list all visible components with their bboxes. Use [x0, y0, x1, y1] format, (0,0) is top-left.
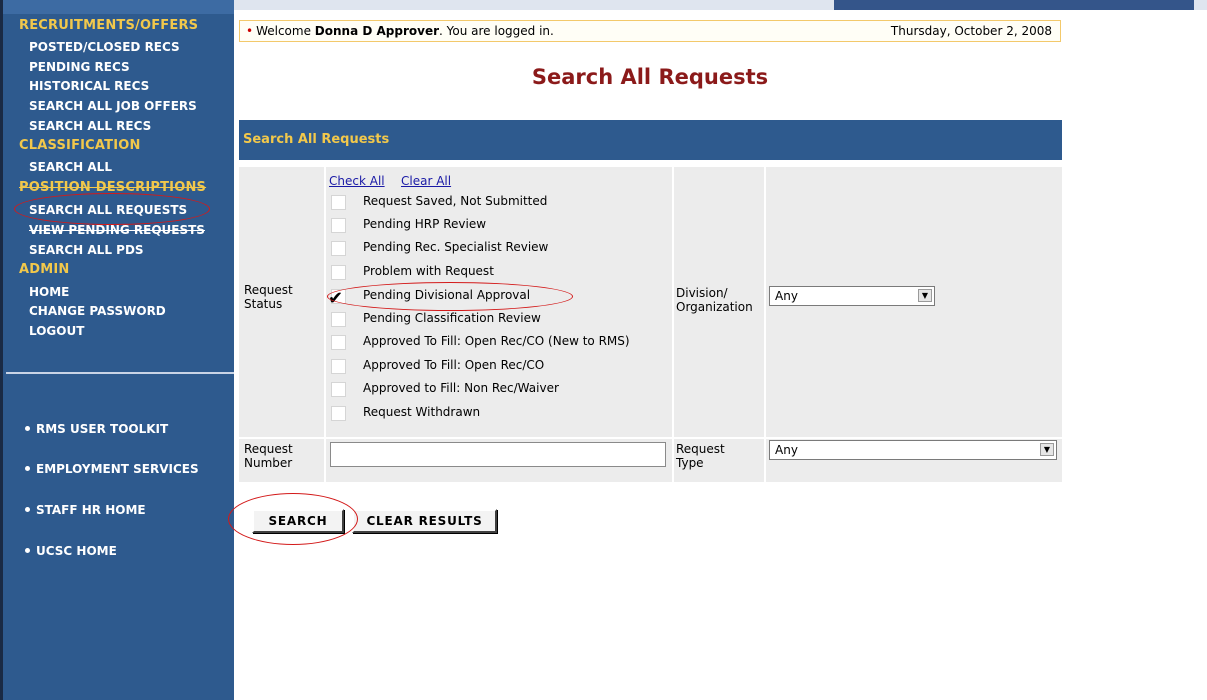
sidebar-divider [6, 372, 234, 374]
check-all-link[interactable]: Check All [329, 174, 385, 188]
nav-search-all-recs[interactable]: SEARCH ALL RECS [29, 119, 151, 133]
user-name: Donna D Approver [314, 24, 440, 38]
status-label: Approved To Fill: Open Rec/CO (New to RM… [363, 334, 630, 348]
checkbox-checked[interactable]: ✔ [328, 288, 346, 309]
search-button[interactable]: SEARCH [252, 509, 344, 533]
status-label: Pending Classification Review [363, 311, 541, 325]
request-number-label-cell: Request Number [239, 439, 324, 482]
checkbox[interactable] [331, 241, 346, 256]
status-label: Request Withdrawn [363, 405, 481, 419]
nav-search-all[interactable]: SEARCH ALL [29, 160, 112, 174]
section-admin: ADMIN [19, 262, 70, 277]
welcome-bar: • Welcome Donna D Approver. You are logge… [239, 20, 1061, 42]
bullet-icon [25, 507, 30, 512]
dropdown-arrow-icon[interactable]: ▼ [918, 289, 932, 302]
section-recruitments-offers: RECRUITMENTS/OFFERS [19, 18, 199, 33]
nav-change-password[interactable]: CHANGE PASSWORD [29, 304, 166, 318]
request-type-select[interactable]: Any ▼ [769, 440, 1057, 460]
division-select-value: Any [775, 289, 798, 303]
nav-historical-recs[interactable]: HISTORICAL RECS [29, 79, 149, 93]
link-ucsc-home[interactable]: UCSC HOME [25, 544, 117, 558]
sidebar: RECRUITMENTS/OFFERS POSTED/CLOSED RECS P… [3, 0, 234, 700]
status-label: Problem with Request [363, 264, 494, 278]
bullet-icon: • [246, 24, 254, 38]
nav-posted-closed-recs[interactable]: POSTED/CLOSED RECS [29, 40, 180, 54]
request-number-label: Request Number [244, 442, 293, 470]
nav-home[interactable]: HOME [29, 285, 69, 299]
link-label: UCSC HOME [36, 544, 117, 558]
welcome-suffix: . You are logged in. [439, 24, 554, 38]
request-number-input[interactable] [330, 442, 666, 467]
page-title: Search All Requests [531, 65, 769, 89]
clear-all-link[interactable]: Clear All [401, 174, 451, 188]
link-label: STAFF HR HOME [36, 503, 146, 517]
nav-search-all-requests[interactable]: SEARCH ALL REQUESTS [29, 203, 187, 217]
checkbox[interactable] [331, 382, 346, 397]
nav-logout[interactable]: LOGOUT [29, 324, 84, 338]
request-status-label: Request Status [244, 283, 293, 311]
request-type-label-cell: Request Type [674, 439, 764, 482]
section-position-descriptions: POSITION DESCRIPTIONS [19, 180, 207, 195]
status-label: Request Saved, Not Submitted [363, 194, 548, 208]
top-banner-strip [234, 0, 1207, 10]
link-employment-services[interactable]: EMPLOYMENT SERVICES [25, 462, 199, 476]
status-label: Pending Divisional Approval [363, 288, 531, 302]
division-label: Division/ Organization [676, 286, 753, 314]
sidebar-top-strip [3, 0, 234, 14]
status-label: Approved to Fill: Non Rec/Waiver [363, 381, 559, 395]
checkbox[interactable] [331, 406, 346, 421]
checkbox[interactable] [331, 335, 346, 350]
clear-results-button[interactable]: CLEAR RESULTS [352, 509, 497, 533]
checkbox[interactable] [331, 195, 346, 210]
welcome-prefix: Welcome [256, 24, 311, 38]
nav-search-all-job-offers[interactable]: SEARCH ALL JOB OFFERS [29, 99, 197, 113]
link-staff-hr-home[interactable]: STAFF HR HOME [25, 503, 146, 517]
division-label-cell: Division/ Organization [674, 167, 764, 437]
division-select[interactable]: Any ▼ [769, 286, 935, 306]
nav-view-pending-requests[interactable]: VIEW PENDING REQUESTS [29, 223, 205, 237]
welcome-message: • Welcome Donna D Approver. You are logge… [246, 24, 554, 38]
section-classification: CLASSIFICATION [19, 138, 141, 153]
bullet-icon [25, 466, 30, 471]
bullet-icon [25, 426, 30, 431]
link-label: EMPLOYMENT SERVICES [36, 462, 199, 476]
link-rms-user-toolkit[interactable]: RMS USER TOOLKIT [25, 422, 168, 436]
bullet-icon [25, 548, 30, 553]
checkbox[interactable] [331, 312, 346, 327]
request-type-select-value: Any [775, 443, 798, 457]
current-date: Thursday, October 2, 2008 [890, 24, 1052, 38]
checkbox[interactable] [331, 265, 346, 280]
status-label: Pending HRP Review [363, 217, 487, 231]
checkmark-icon: ✔ [328, 288, 344, 309]
checkbox[interactable] [331, 218, 346, 233]
link-label: RMS USER TOOLKIT [36, 422, 169, 436]
status-label: Pending Rec. Specialist Review [363, 240, 549, 254]
panel-header: Search All Requests [239, 120, 1062, 160]
nav-pending-recs[interactable]: PENDING RECS [29, 60, 130, 74]
checkbox[interactable] [331, 359, 346, 374]
request-type-label: Request Type [676, 442, 725, 470]
nav-search-all-pds[interactable]: SEARCH ALL PDS [29, 243, 144, 257]
dropdown-arrow-icon[interactable]: ▼ [1040, 443, 1054, 456]
status-label: Approved To Fill: Open Rec/CO [363, 358, 545, 372]
request-status-label-cell: Request Status [239, 167, 324, 437]
